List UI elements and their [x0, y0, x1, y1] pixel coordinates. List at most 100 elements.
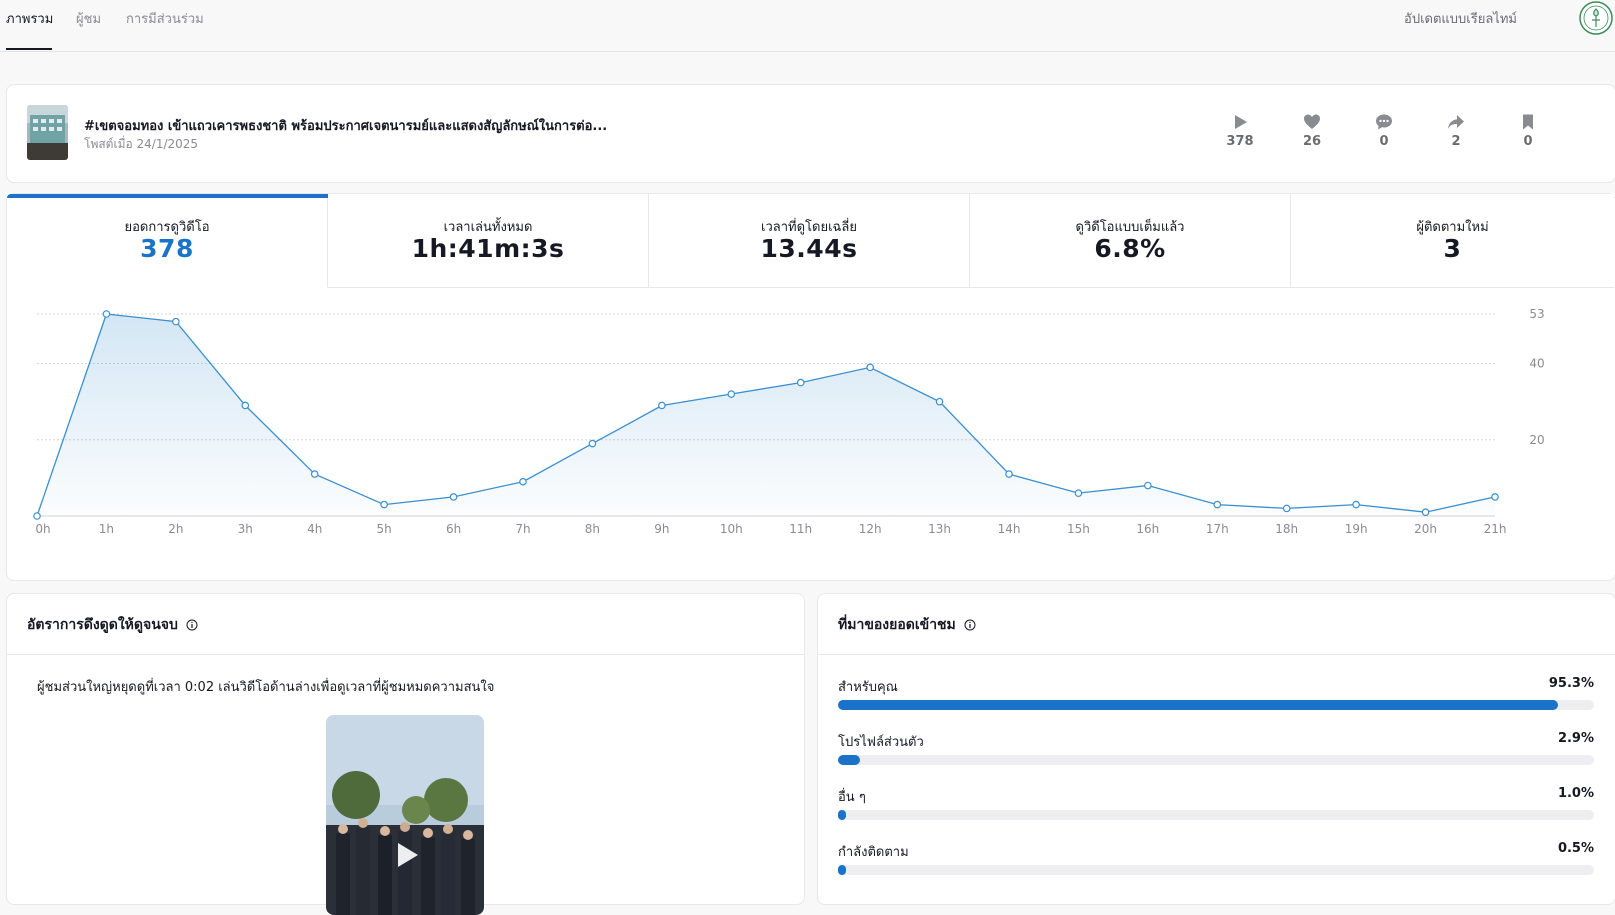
top-nav: ภาพรวม ผู้ชม การมีส่วนร่วม อัปเดตแบบเรีย… — [0, 0, 1615, 52]
source-bar-track — [838, 755, 1594, 765]
chart-point[interactable] — [1213, 500, 1222, 509]
source-percent: 95.3% — [1548, 676, 1594, 691]
y-tick-label: 40 — [1529, 357, 1544, 371]
x-tick-label: 17h — [1206, 522, 1229, 536]
source-bar-track — [838, 700, 1594, 710]
metric-value: 13.44s — [760, 234, 858, 263]
metric-tab-watched-full-video[interactable]: ดูวิดีโอแบบเต็มแล้ว 6.8% — [970, 194, 1291, 288]
source-bar-fill — [838, 865, 846, 875]
sources-title-wrap: ที่มาของยอดเข้าชม — [838, 614, 976, 636]
metric-tab-total-play-time[interactable]: เวลาเล่นทั้งหมด 1h:41m:3s — [328, 194, 649, 288]
metric-value: 378 — [140, 234, 194, 263]
metric-value: 6.8% — [1094, 234, 1166, 263]
post-thumbnail[interactable] — [27, 105, 68, 160]
x-tick-label: 6h — [446, 522, 461, 536]
chart-point[interactable] — [1282, 504, 1291, 513]
chart-point[interactable] — [1074, 489, 1083, 497]
chart-point[interactable] — [1491, 493, 1499, 501]
chart-point[interactable] — [310, 470, 319, 478]
chart-point[interactable] — [241, 401, 250, 410]
likes-count: 26 — [1302, 134, 1322, 149]
source-bar-track — [838, 810, 1594, 820]
source-bar-track — [838, 865, 1594, 875]
source-percent: 1.0% — [1557, 786, 1594, 801]
comment-icon — [1376, 114, 1392, 130]
realtime-update-link[interactable]: อัปเดตแบบเรียลไทม์ — [1404, 8, 1517, 29]
likes-stat: 26 — [1292, 113, 1332, 149]
traffic-sources-card: ที่มาของยอดเข้าชม สำหรับคุณ 95.3% โปรไฟล… — [817, 593, 1615, 905]
info-icon[interactable] — [964, 619, 976, 631]
metric-tab-video-views[interactable]: ยอดการดูวิดีโอ 378 — [7, 194, 328, 288]
account-logo-icon[interactable] — [1578, 0, 1614, 36]
saves-stat: 0 — [1508, 113, 1548, 149]
post-summary-card: #เขตจอมทอง เข้าแถวเคารพธงชาติ พร้อมประกา… — [6, 84, 1615, 183]
chart-point[interactable] — [796, 378, 805, 387]
chart-point[interactable] — [1144, 481, 1152, 490]
x-tick-label: 5h — [377, 522, 392, 536]
chart-point[interactable] — [1352, 500, 1360, 509]
x-tick-label: 20h — [1414, 522, 1437, 536]
post-title[interactable]: #เขตจอมทอง เข้าแถวเคารพธงชาติ พร้อมประกา… — [84, 115, 607, 136]
x-tick-label: 8h — [585, 522, 600, 536]
divider — [818, 654, 1615, 655]
heart-icon — [1304, 114, 1320, 129]
y-tick-label: 20 — [1529, 433, 1544, 447]
chart-point[interactable] — [1421, 508, 1430, 516]
x-tick-label: 0h — [35, 522, 50, 536]
source-percent: 0.5% — [1557, 841, 1594, 856]
shares-count: 2 — [1451, 134, 1461, 149]
active-tab-indicator — [6, 48, 52, 50]
share-icon — [1448, 115, 1464, 129]
chart-point[interactable] — [449, 493, 458, 501]
info-icon[interactable] — [186, 619, 198, 631]
chart-point[interactable] — [588, 439, 597, 448]
bookmark-icon — [1523, 114, 1533, 130]
chart-point[interactable] — [658, 401, 666, 410]
play-icon — [1235, 115, 1247, 129]
x-tick-label: 3h — [238, 522, 253, 536]
chart-point[interactable] — [102, 310, 111, 318]
source-bar-fill — [838, 700, 1559, 710]
chart-point[interactable] — [866, 363, 874, 372]
tab-audience[interactable]: ผู้ชม — [76, 8, 101, 29]
saves-count: 0 — [1523, 134, 1533, 149]
x-tick-label: 15h — [1067, 522, 1090, 536]
tab-overview[interactable]: ภาพรวม — [6, 8, 53, 29]
x-tick-label: 14h — [998, 522, 1021, 536]
x-tick-label: 9h — [654, 522, 669, 536]
x-tick-label: 13h — [928, 522, 951, 536]
source-name: สำหรับคุณ — [838, 680, 898, 695]
source-name: อื่น ๆ — [838, 790, 866, 805]
x-tick-label: 12h — [859, 522, 882, 536]
metric-value: 1h:41m:3s — [411, 234, 565, 263]
source-percent: 2.9% — [1557, 731, 1594, 746]
metric-tab-new-followers[interactable]: ผู้ติดตามใหม่ 3 — [1291, 194, 1614, 288]
chart-point[interactable] — [519, 477, 527, 486]
tab-engagement[interactable]: การมีส่วนร่วม — [126, 8, 204, 29]
chart-point[interactable] — [727, 390, 736, 398]
video-player[interactable] — [326, 715, 484, 915]
metric-tab-average-watch-time[interactable]: เวลาที่ดูโดยเฉลี่ย 13.44s — [649, 194, 970, 288]
retention-title: อัตราการดึงดูดให้ดูจนจบ — [27, 617, 178, 633]
x-tick-label: 18h — [1275, 522, 1298, 536]
x-tick-label: 7h — [515, 522, 530, 536]
x-tick-label: 11h — [789, 522, 812, 536]
chart-point[interactable] — [935, 397, 944, 406]
source-name: กำลังติดตาม — [838, 845, 909, 860]
views-stat: 378 — [1220, 113, 1260, 149]
shares-stat: 2 — [1436, 113, 1476, 149]
source-bar-fill — [838, 810, 846, 820]
chart-point[interactable] — [172, 317, 180, 326]
retention-description: ผู้ชมส่วนใหญ่หยุดดูที่เวลา 0:02 เล่นวิดี… — [37, 680, 495, 695]
chart-point[interactable] — [380, 500, 388, 509]
source-bar-fill — [838, 755, 860, 765]
comments-stat: 0 — [1364, 113, 1404, 149]
x-tick-label: 1h — [99, 522, 114, 536]
post-date: โพสต์เมื่อ 24/1/2025 — [84, 137, 199, 151]
x-tick-label: 21h — [1484, 522, 1507, 536]
chart-point[interactable] — [33, 512, 41, 520]
comments-count: 0 — [1379, 134, 1389, 149]
views-line-chart[interactable]: 0h 1h 2h 3h 4h 5h 6h 7h 8h 9h 10h 11h 12h 13h 14h 15h 16… — [7, 288, 1615, 578]
retention-card: อัตราการดึงดูดให้ดูจนจบ ผู้ชมส่วนใหญ่หยุ… — [6, 593, 805, 915]
chart-point[interactable] — [1005, 470, 1013, 478]
